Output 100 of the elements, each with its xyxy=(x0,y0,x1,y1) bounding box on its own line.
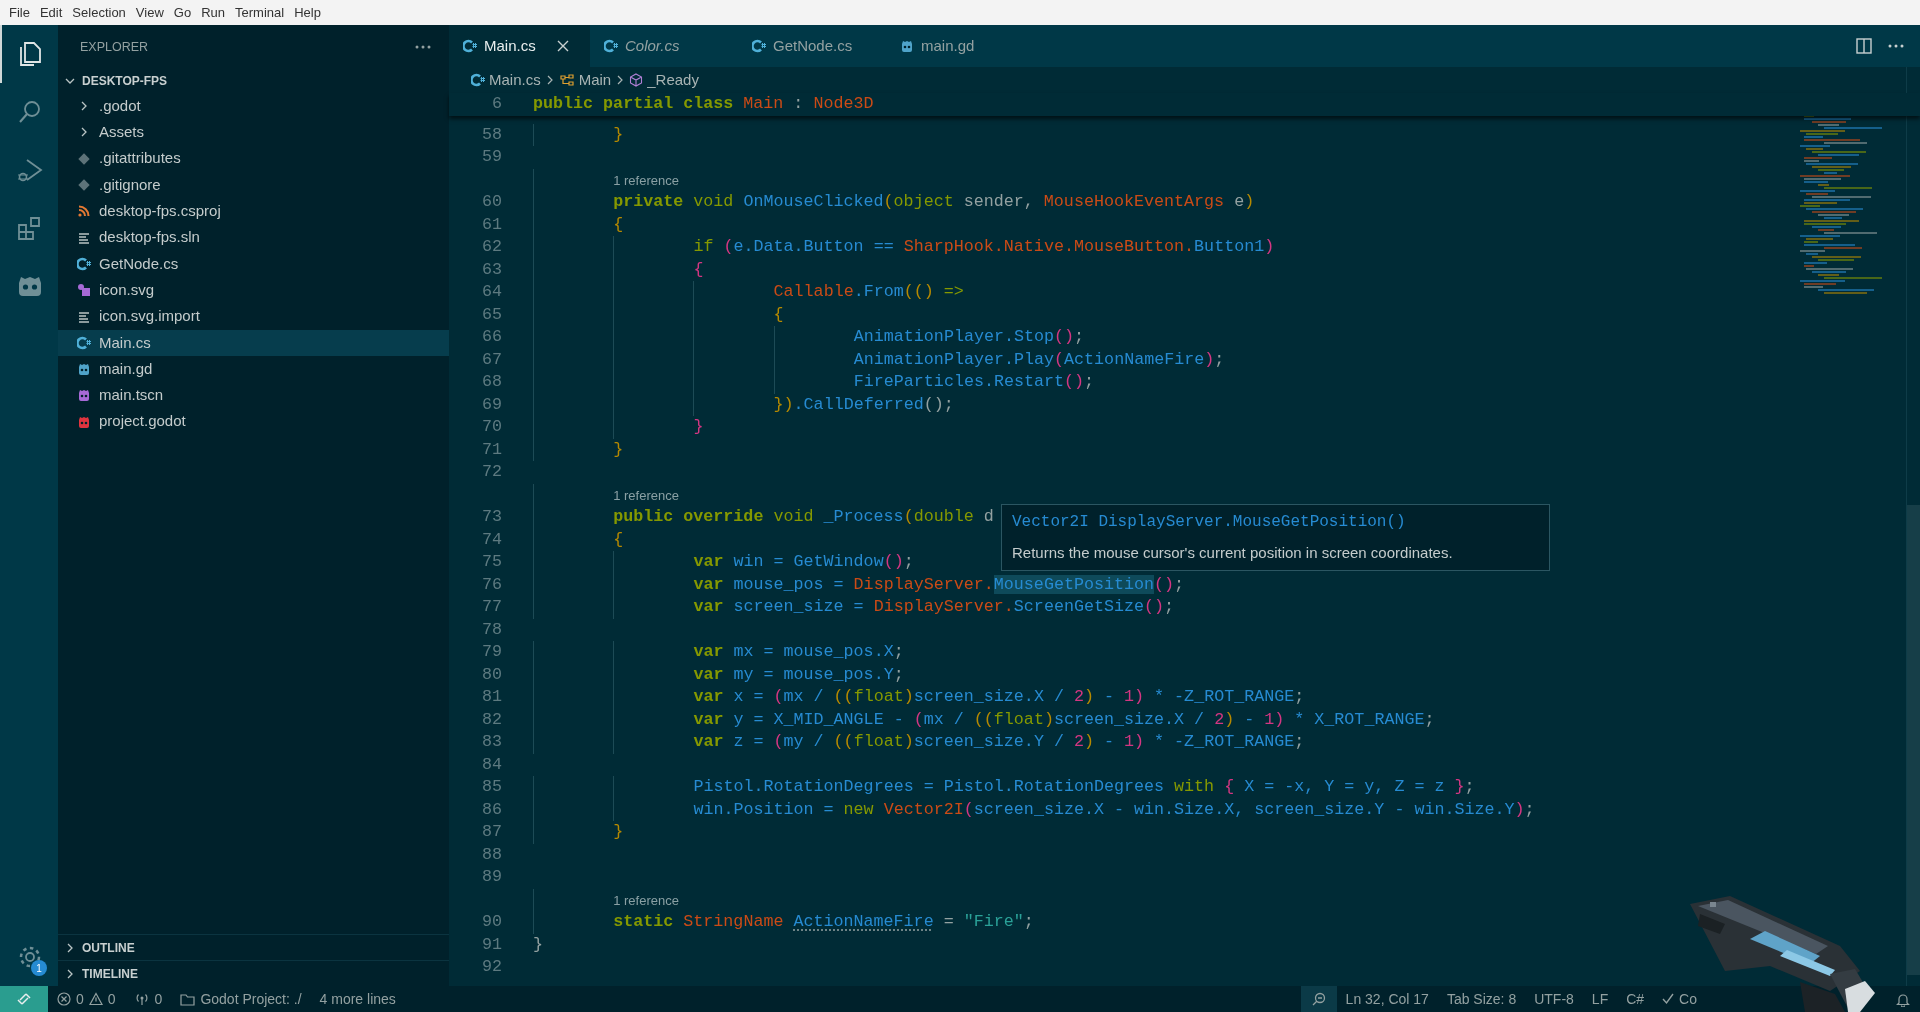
folder-name[interactable]: DESKTOP-FPS xyxy=(82,72,168,90)
antenna-icon[interactable] xyxy=(133,992,150,1006)
section-header[interactable]: TIMELINE xyxy=(82,964,138,983)
notification-count: 1 xyxy=(31,960,47,976)
menu-item[interactable]: View xyxy=(130,0,169,25)
code-line: public partial class Main : Node3D xyxy=(533,93,874,115)
line-number: 68 xyxy=(480,371,502,393)
code-line: var screen_size = DisplayServer.ScreenGetSize(); xyxy=(693,596,1175,618)
more-icon[interactable] xyxy=(415,45,431,49)
line-number: 77 xyxy=(480,596,502,618)
codelens-link[interactable]: 1 reference xyxy=(613,891,679,911)
menu-item[interactable]: Selection xyxy=(67,0,131,25)
more-icon[interactable] xyxy=(1888,44,1904,48)
code-line: } xyxy=(613,123,624,146)
error-count[interactable]: 0 xyxy=(76,988,84,1010)
file-tree-item[interactable]: GetNode.cs xyxy=(58,250,449,278)
file-tree-item[interactable]: desktop-fps.sln xyxy=(58,224,449,251)
cube-icon xyxy=(629,73,644,87)
file-tree-item[interactable]: project.godot xyxy=(58,408,449,435)
file-tree-item[interactable]: desktop-fps.csproj xyxy=(58,198,449,225)
play-bug-icon[interactable] xyxy=(16,156,44,184)
file-tree-item[interactable]: Main.cs xyxy=(58,329,449,356)
ports-count[interactable]: 0 xyxy=(154,988,163,1010)
bell-icon[interactable] xyxy=(1896,991,1910,1007)
error-icon[interactable] xyxy=(57,992,71,1006)
code-line: Pistol.RotationDegrees = Pistol.RotationDegrees with { X = -x, Y = y, Z = z }; xyxy=(693,776,1475,798)
file-tree-item[interactable]: Assets xyxy=(58,119,449,146)
file-tree-item[interactable]: .gitattributes xyxy=(58,145,449,172)
status-text[interactable]: 4 more lines xyxy=(310,986,405,1012)
line-number: 75 xyxy=(480,551,502,573)
encoding-indicator[interactable]: UTF-8 xyxy=(1525,986,1583,1012)
line-number: 72 xyxy=(480,461,502,483)
line-number: 70 xyxy=(480,416,502,438)
file-tree-item[interactable]: icon.svg.import xyxy=(58,303,449,330)
line-number: 79 xyxy=(480,641,502,663)
breadcrumb-item[interactable]: Main.cs xyxy=(489,68,541,92)
file-tree-item[interactable]: .godot xyxy=(58,93,449,120)
warning-count[interactable]: 0 xyxy=(107,988,116,1010)
code-line: AnimationPlayer.Play(ActionNameFire); xyxy=(853,348,1225,371)
menu-item[interactable]: Edit xyxy=(34,0,68,25)
code-line: var mouse_pos = DisplayServer.MouseGetPosition(); xyxy=(693,573,1185,596)
tab-size-indicator[interactable]: Tab Size: 8 xyxy=(1437,986,1526,1012)
line-number: 84 xyxy=(480,753,502,776)
file-tree-item[interactable]: main.tscn xyxy=(58,382,449,409)
code-line: } xyxy=(613,438,624,461)
line-number: 73 xyxy=(480,506,502,528)
code-line: { xyxy=(773,303,784,326)
codelens-link[interactable]: 1 reference xyxy=(613,486,679,506)
code-line: private void OnMouseClicked(object sender, MouseHookEventArgs e) xyxy=(613,191,1255,213)
section-header[interactable]: OUTLINE xyxy=(82,938,135,957)
rss-icon xyxy=(77,204,91,219)
line-ending-indicator[interactable]: LF xyxy=(1582,986,1618,1012)
code-line: var my = mouse_pos.Y; xyxy=(693,663,904,686)
file-tree-item[interactable]: .gitignore xyxy=(58,171,449,199)
codelens-link[interactable]: 1 reference xyxy=(613,171,679,191)
line-number: 63 xyxy=(480,258,502,281)
line-number: 62 xyxy=(480,236,502,258)
panel-title: EXPLORER xyxy=(80,38,149,56)
zoom-button[interactable] xyxy=(1300,986,1337,1012)
code-line: AnimationPlayer.Stop(); xyxy=(853,326,1085,348)
warning-icon[interactable] xyxy=(88,992,103,1006)
close-icon[interactable] xyxy=(556,40,569,52)
line-number: 91 xyxy=(480,933,502,956)
code-line: win.Position = new Vector2I(screen_size.X - win.Size.X, screen_size.Y - win.Size.Y); xyxy=(693,798,1535,821)
code-line: var x = (mx / ((float)screen_size.X / 2) - 1) * -Z_ROT_RANGE; xyxy=(693,686,1305,708)
folder-icon[interactable] xyxy=(180,992,196,1006)
breadcrumb-item[interactable]: Main xyxy=(578,68,612,92)
file-tree-item[interactable]: icon.svg xyxy=(58,277,449,304)
formatter-indicator[interactable]: Co xyxy=(1679,988,1697,1010)
editor-tab[interactable]: Main.cs xyxy=(449,25,590,67)
menu-item[interactable]: File xyxy=(4,0,35,25)
split-editor-icon[interactable] xyxy=(1856,38,1872,54)
file-tree-item[interactable]: main.gd xyxy=(58,355,449,383)
code-line: } xyxy=(613,821,624,843)
code-line: } xyxy=(533,933,543,956)
code-line: static StringName ActionNameFire = "Fire"; xyxy=(613,911,1034,933)
check-icon[interactable] xyxy=(1662,993,1675,1005)
line-number: 83 xyxy=(480,731,502,753)
csharp-file-icon xyxy=(77,335,91,350)
menu-item[interactable]: Go xyxy=(168,0,197,25)
code-line: var win = GetWindow(); xyxy=(693,551,914,573)
menu-item[interactable]: Run xyxy=(196,0,230,25)
zoom-icon xyxy=(1311,992,1326,1006)
project-label[interactable]: Godot Project: ./ xyxy=(200,988,302,1010)
line-number: 60 xyxy=(480,191,502,213)
csharp-file-icon xyxy=(752,39,766,53)
csharp-file-icon xyxy=(463,39,477,53)
language-indicator[interactable]: C# xyxy=(1617,986,1654,1012)
signature-text: Vector2I DisplayServer.MouseGetPosition() xyxy=(1012,512,1407,533)
line-number: 64 xyxy=(480,281,502,303)
menu-item[interactable]: Terminal xyxy=(230,0,290,25)
breadcrumb-item[interactable]: _Ready xyxy=(647,68,699,92)
menu-item[interactable]: Help xyxy=(289,0,326,25)
code-line: var mx = mouse_pos.X; xyxy=(693,641,904,663)
code-line: } xyxy=(693,416,704,438)
code-line: FireParticles.Restart(); xyxy=(853,371,1095,393)
remote-icon xyxy=(16,991,32,1007)
line-number: 82 xyxy=(480,708,502,731)
cursor-position[interactable]: Ln 32, Col 17 xyxy=(1336,986,1438,1012)
code-line: { xyxy=(613,213,624,236)
